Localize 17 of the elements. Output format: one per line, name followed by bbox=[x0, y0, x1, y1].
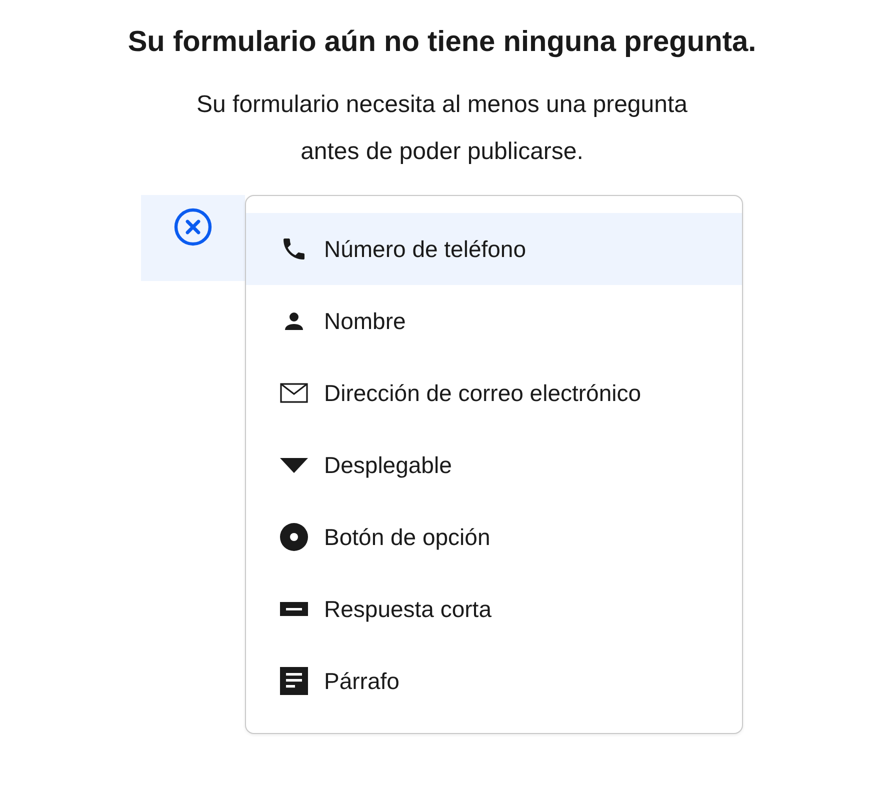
short-answer-icon bbox=[280, 602, 308, 616]
menu-item[interactable]: Nombre bbox=[246, 285, 742, 357]
close-icon bbox=[173, 207, 213, 247]
envelope-icon bbox=[280, 383, 308, 403]
menu-item[interactable]: Número de teléfono bbox=[246, 213, 742, 285]
triangle-down-icon bbox=[280, 458, 308, 472]
description: Su formulario necesita al menos una pregunta antes de poder publicarse. bbox=[196, 90, 688, 167]
menu-item[interactable]: Párrafo bbox=[246, 645, 742, 717]
paragraph-icon bbox=[280, 667, 308, 695]
radio-icon bbox=[280, 523, 308, 551]
menu-item[interactable]: Respuesta corta bbox=[246, 573, 742, 645]
person-icon bbox=[283, 311, 305, 331]
menu-item[interactable]: Desplegable bbox=[246, 429, 742, 501]
close-button[interactable] bbox=[141, 195, 245, 281]
menu-item[interactable]: Dirección de correo electrónico bbox=[246, 357, 742, 429]
menu-item[interactable]: Botón de opción bbox=[246, 501, 742, 573]
heading: Su formulario aún no tiene ninguna pregunta. bbox=[128, 26, 756, 59]
